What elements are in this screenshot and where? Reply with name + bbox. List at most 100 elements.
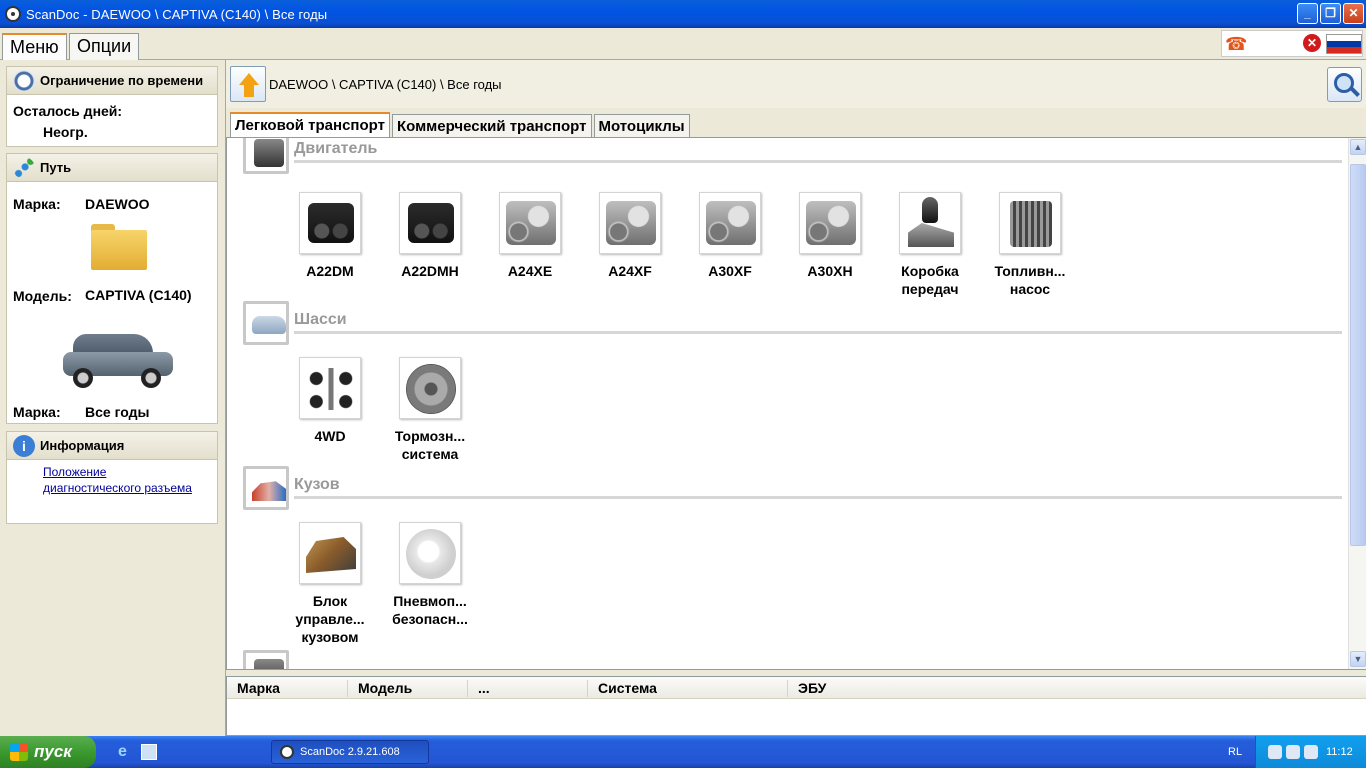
show-desktop-icon[interactable] — [141, 744, 157, 760]
tab-menu[interactable]: Меню — [2, 33, 67, 61]
chassis-section-icon[interactable] — [243, 301, 289, 345]
system-item-a22dmh[interactable]: A22DMH — [382, 192, 478, 280]
phone-icon[interactable]: ☎ — [1225, 34, 1247, 55]
item-label-line1: A24XF — [608, 263, 652, 279]
item-label-line1: Тормозн... — [394, 428, 466, 444]
item-label-line2: насос — [1009, 281, 1051, 297]
diagnostic-connector-link-line2[interactable]: диагностического разъема — [43, 481, 192, 495]
section-title: Шасси — [294, 311, 347, 328]
column-model[interactable]: Модель — [347, 680, 412, 697]
close-circle-icon[interactable]: ✕ — [1303, 34, 1321, 52]
start-button[interactable]: пуск — [0, 736, 96, 768]
drivetrain-icon[interactable] — [299, 357, 361, 419]
diagnostic-connector-link-line1[interactable]: Положение — [43, 465, 106, 479]
breadcrumb-bar: DAEWOO \ CAPTIVA (C140) \ Все годы — [226, 60, 1366, 108]
item-label: A30XF — [682, 262, 778, 280]
item-label-line1: Коробка — [901, 263, 959, 279]
system-item-a30xh[interactable]: A30XH — [782, 192, 878, 280]
column-extra[interactable]: ... — [467, 680, 490, 697]
clock[interactable]: 11:12 — [1326, 746, 1353, 758]
russian-flag-icon[interactable] — [1326, 34, 1362, 54]
vertical-scrollbar[interactable]: ▲ ▼ — [1348, 138, 1366, 669]
model-value[interactable]: CAPTIVA (C140) — [85, 287, 192, 303]
fuel-pump-icon[interactable] — [999, 192, 1061, 254]
section-chassis: Шасси — [243, 301, 1343, 347]
item-label: A24XF — [582, 262, 678, 280]
internet-explorer-icon[interactable]: e — [118, 744, 134, 760]
results-table: Марка Модель ... Система ЭБУ — [226, 676, 1366, 736]
tray-network-icon[interactable] — [1286, 745, 1300, 759]
gear-shift-icon[interactable] — [899, 192, 961, 254]
column-system[interactable]: Система — [587, 680, 657, 697]
scandoc-icon — [280, 745, 294, 759]
system-item-a22dm[interactable]: A22DM — [282, 192, 378, 280]
vehicle-type-tabs: Легковой транспорт Коммерческий транспор… — [230, 112, 692, 138]
body-section-icon[interactable] — [243, 466, 289, 510]
year-value[interactable]: Все годы — [85, 404, 149, 420]
window-titlebar[interactable]: ScanDoc - DAEWOO \ CAPTIVA (C140) \ Все … — [0, 0, 1366, 28]
car-body-icon[interactable] — [299, 522, 361, 584]
engine-icon[interactable] — [499, 192, 561, 254]
system-item-a24xf[interactable]: A24XF — [582, 192, 678, 280]
start-label: пуск — [34, 742, 72, 761]
diagnostic-connector-link[interactable]: Положение диагностического разъема — [43, 464, 192, 496]
scroll-thumb[interactable] — [1350, 164, 1366, 546]
column-ecu[interactable]: ЭБУ — [787, 680, 826, 697]
tray-app-icon[interactable] — [1268, 745, 1282, 759]
make-value[interactable]: DAEWOO — [85, 196, 150, 212]
scroll-down-icon[interactable]: ▼ — [1350, 651, 1366, 667]
time-limit-title: Ограничение по времени — [40, 73, 204, 88]
system-item-a30xf[interactable]: A30XF — [682, 192, 778, 280]
magnifier-handle — [1350, 87, 1360, 97]
taskbar-scandoc-button[interactable]: ScanDoc 2.9.21.608 — [271, 740, 429, 764]
maximize-button[interactable]: ❐ — [1320, 3, 1341, 24]
tab-commercial[interactable]: Коммерческий транспорт — [391, 114, 592, 138]
minimize-button[interactable]: _ — [1297, 3, 1318, 24]
taskbar-task-label: ScanDoc 2.9.21.608 — [300, 746, 400, 758]
engine-icon[interactable] — [699, 192, 761, 254]
close-window-button[interactable]: ✕ — [1343, 3, 1364, 24]
column-make[interactable]: Марка — [227, 680, 280, 697]
section-next — [243, 650, 1343, 669]
folder-icon[interactable] — [91, 224, 147, 270]
engine-icon[interactable] — [599, 192, 661, 254]
item-label: Пневмоп... безопасн... — [382, 592, 478, 628]
tab-options[interactable]: Опции — [69, 33, 140, 60]
language-indicator[interactable]: RL — [1228, 746, 1242, 758]
system-item-fuel-pump[interactable]: Топливн... насос — [982, 192, 1078, 298]
item-label-line1: A30XH — [807, 263, 853, 279]
section-divider — [294, 331, 1342, 334]
tray-safely-remove-icon[interactable] — [1304, 745, 1318, 759]
section-engine: Двигатель — [243, 138, 1343, 176]
system-tray: 11:12 — [1255, 736, 1366, 768]
engine-icon[interactable] — [299, 192, 361, 254]
system-item-brakes[interactable]: Тормозн... система — [382, 357, 478, 463]
tab-passenger[interactable]: Легковой транспорт — [230, 112, 390, 138]
next-section-icon[interactable] — [243, 650, 289, 669]
section-title: Кузов — [294, 476, 340, 493]
tab-motorcycles[interactable]: Мотоциклы — [593, 114, 690, 138]
engine-section-icon[interactable] — [243, 138, 289, 174]
info-header: i Информация — [6, 431, 218, 460]
item-label: Коробка передач — [882, 262, 978, 298]
engine-icon[interactable] — [399, 192, 461, 254]
support-panel: ☎ ✕ — [1221, 30, 1363, 57]
brake-disc-icon[interactable] — [399, 357, 461, 419]
scroll-up-icon[interactable]: ▲ — [1350, 139, 1366, 155]
item-label: A24XE — [482, 262, 578, 280]
make-label: Марка: — [13, 196, 61, 212]
path-body: Марка: DAEWOO Модель: CAPTIVA (C140) Мар… — [6, 182, 218, 424]
search-button[interactable] — [1327, 67, 1362, 102]
up-arrow-icon — [239, 73, 259, 85]
item-label: A22DMH — [382, 262, 478, 280]
system-item-a24xe[interactable]: A24XE — [482, 192, 578, 280]
engine-icon[interactable] — [799, 192, 861, 254]
system-item-4wd[interactable]: 4WD — [282, 357, 378, 445]
system-item-airbag[interactable]: Пневмоп... безопасн... — [382, 522, 478, 628]
car-icon[interactable] — [63, 330, 173, 390]
system-item-body-control[interactable]: Блок управле... кузовом — [282, 522, 378, 646]
up-level-button[interactable] — [230, 66, 266, 102]
airbag-icon[interactable] — [399, 522, 461, 584]
taskbar: пуск e ScanDoc 2.9.21.608 RL 11:12 — [0, 736, 1366, 768]
system-item-gearbox[interactable]: Коробка передач — [882, 192, 978, 298]
